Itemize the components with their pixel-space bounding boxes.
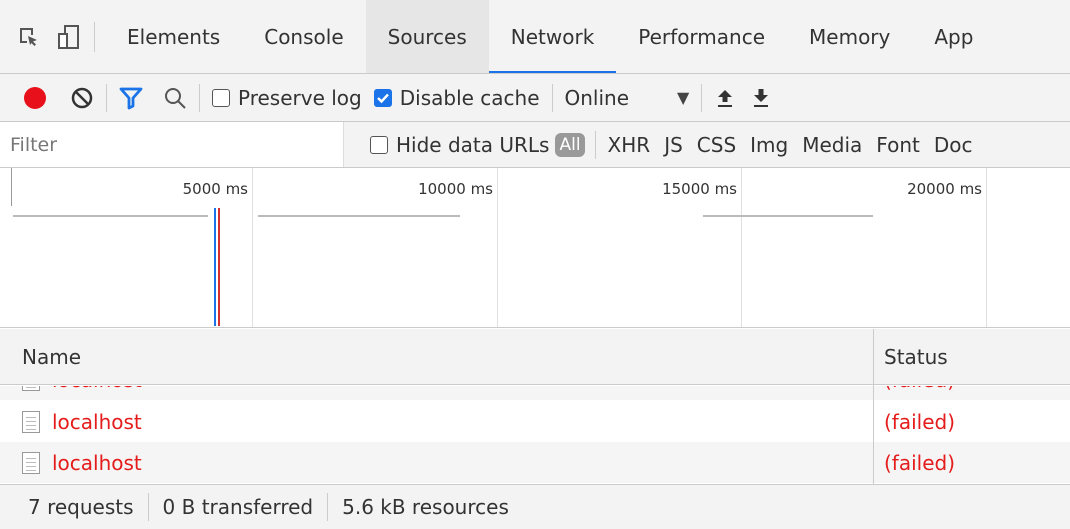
checkbox-box[interactable] — [212, 88, 230, 107]
filter-all-button[interactable]: All — [555, 132, 585, 157]
table-row[interactable]: localhost (failed) — [0, 386, 1070, 400]
filter-icon[interactable] — [119, 86, 143, 110]
toolbar-divider — [594, 130, 596, 159]
overview-request-bar — [703, 215, 873, 217]
toolbar-divider — [106, 83, 107, 112]
overview-request-bar — [258, 215, 460, 217]
throttling-select[interactable]: Online ▼ — [565, 86, 690, 110]
overview-tick-label: 10000 ms — [418, 180, 493, 198]
throttling-value: Online — [564, 85, 630, 110]
filter-font-button[interactable]: Font — [876, 133, 920, 157]
checkbox-box[interactable] — [370, 135, 388, 154]
filter-input[interactable]: Filter — [0, 122, 344, 167]
export-har-icon[interactable] — [750, 87, 772, 109]
disable-cache-label: Disable cache — [399, 85, 540, 110]
tab-elements[interactable]: Elements — [105, 0, 242, 73]
search-icon[interactable] — [163, 86, 187, 110]
overview-tick-label: 15000 ms — [662, 180, 737, 198]
tab-memory[interactable]: Memory — [787, 0, 912, 73]
transferred-size: 0 B transferred — [162, 495, 314, 519]
overview-gridline — [741, 168, 742, 327]
filter-img-button[interactable]: Img — [750, 133, 788, 157]
request-name: localhost — [22, 442, 142, 483]
column-resizer[interactable] — [873, 329, 874, 484]
overview-tick-label: 5000 ms — [182, 180, 248, 198]
overview-gridline — [986, 168, 987, 327]
preserve-log-label: Preserve log — [238, 85, 362, 110]
record-icon[interactable] — [22, 85, 48, 111]
request-name-text: localhost — [52, 450, 142, 475]
tab-sources[interactable]: Sources — [365, 0, 489, 73]
inspect-element-icon[interactable] — [14, 22, 44, 52]
request-status: (failed) — [884, 409, 956, 434]
checkbox-box-checked[interactable] — [373, 88, 392, 107]
filter-doc-button[interactable]: Doc — [934, 133, 973, 157]
table-row[interactable]: localhost (failed) — [0, 442, 1070, 483]
network-overview[interactable]: 5000 ms 10000 ms 15000 ms 20000 ms — [0, 168, 1070, 328]
resources-size: 5.6 kB resources — [342, 495, 509, 519]
request-name-text: localhost — [52, 386, 142, 392]
network-summary-bar: 7 requests 0 B transferred 5.6 kB resour… — [0, 484, 1070, 529]
request-status: (failed) — [884, 450, 956, 475]
filter-xhr-button[interactable]: XHR — [608, 133, 651, 157]
summary-divider — [327, 493, 329, 521]
network-toolbar: Preserve log Disable cache Online ▼ — [0, 74, 1070, 122]
status-column-header[interactable]: Status — [884, 329, 948, 385]
clear-icon[interactable] — [70, 86, 94, 110]
hide-data-urls-label: Hide data URLs — [396, 132, 550, 157]
name-column-header[interactable]: Name — [22, 329, 81, 385]
document-icon — [22, 451, 40, 474]
tab-performance[interactable]: Performance — [616, 0, 787, 73]
filter-bar: Filter Hide data URLs All XHR JS CSS Img… — [0, 122, 1070, 168]
filter-css-button[interactable]: CSS — [697, 133, 736, 157]
request-name: localhost — [22, 386, 142, 400]
request-name-text: localhost — [52, 409, 142, 434]
document-icon — [22, 410, 40, 433]
summary-divider — [147, 493, 149, 521]
devtools-tab-bar: Elements Console Sources Network Perform… — [0, 0, 1070, 74]
dom-content-loaded-line — [214, 208, 216, 326]
toolbar-divider — [701, 83, 703, 112]
dropdown-arrow-icon: ▼ — [677, 88, 690, 107]
request-status: (failed) — [884, 386, 955, 400]
hide-data-urls-checkbox[interactable]: Hide data URLs — [370, 133, 549, 157]
overview-gridline — [252, 168, 253, 327]
overview-left-handle[interactable] — [11, 168, 12, 206]
preserve-log-checkbox[interactable]: Preserve log — [212, 86, 362, 110]
toolbar-divider — [94, 21, 95, 52]
checkmark-icon — [376, 93, 389, 103]
filter-js-button[interactable]: JS — [664, 133, 683, 157]
requests-table-header: Name Status — [0, 329, 1070, 385]
tab-console[interactable]: Console — [242, 0, 365, 73]
table-row[interactable]: localhost (failed) — [0, 401, 1070, 442]
filter-media-button[interactable]: Media — [802, 133, 862, 157]
overview-request-bar — [13, 215, 208, 217]
toolbar-divider — [551, 83, 553, 112]
import-har-icon[interactable] — [714, 87, 736, 109]
request-name: localhost — [22, 401, 142, 442]
tab-network[interactable]: Network — [488, 0, 617, 73]
disable-cache-checkbox[interactable]: Disable cache — [373, 85, 540, 110]
toolbar-divider — [199, 83, 200, 112]
overview-gridline — [497, 168, 498, 327]
device-toolbar-icon[interactable] — [54, 22, 84, 52]
tab-application[interactable]: App — [912, 0, 995, 73]
requests-count: 7 requests — [28, 495, 134, 519]
load-event-line — [218, 208, 220, 326]
overview-tick-label: 20000 ms — [907, 180, 982, 198]
document-icon — [22, 386, 40, 391]
